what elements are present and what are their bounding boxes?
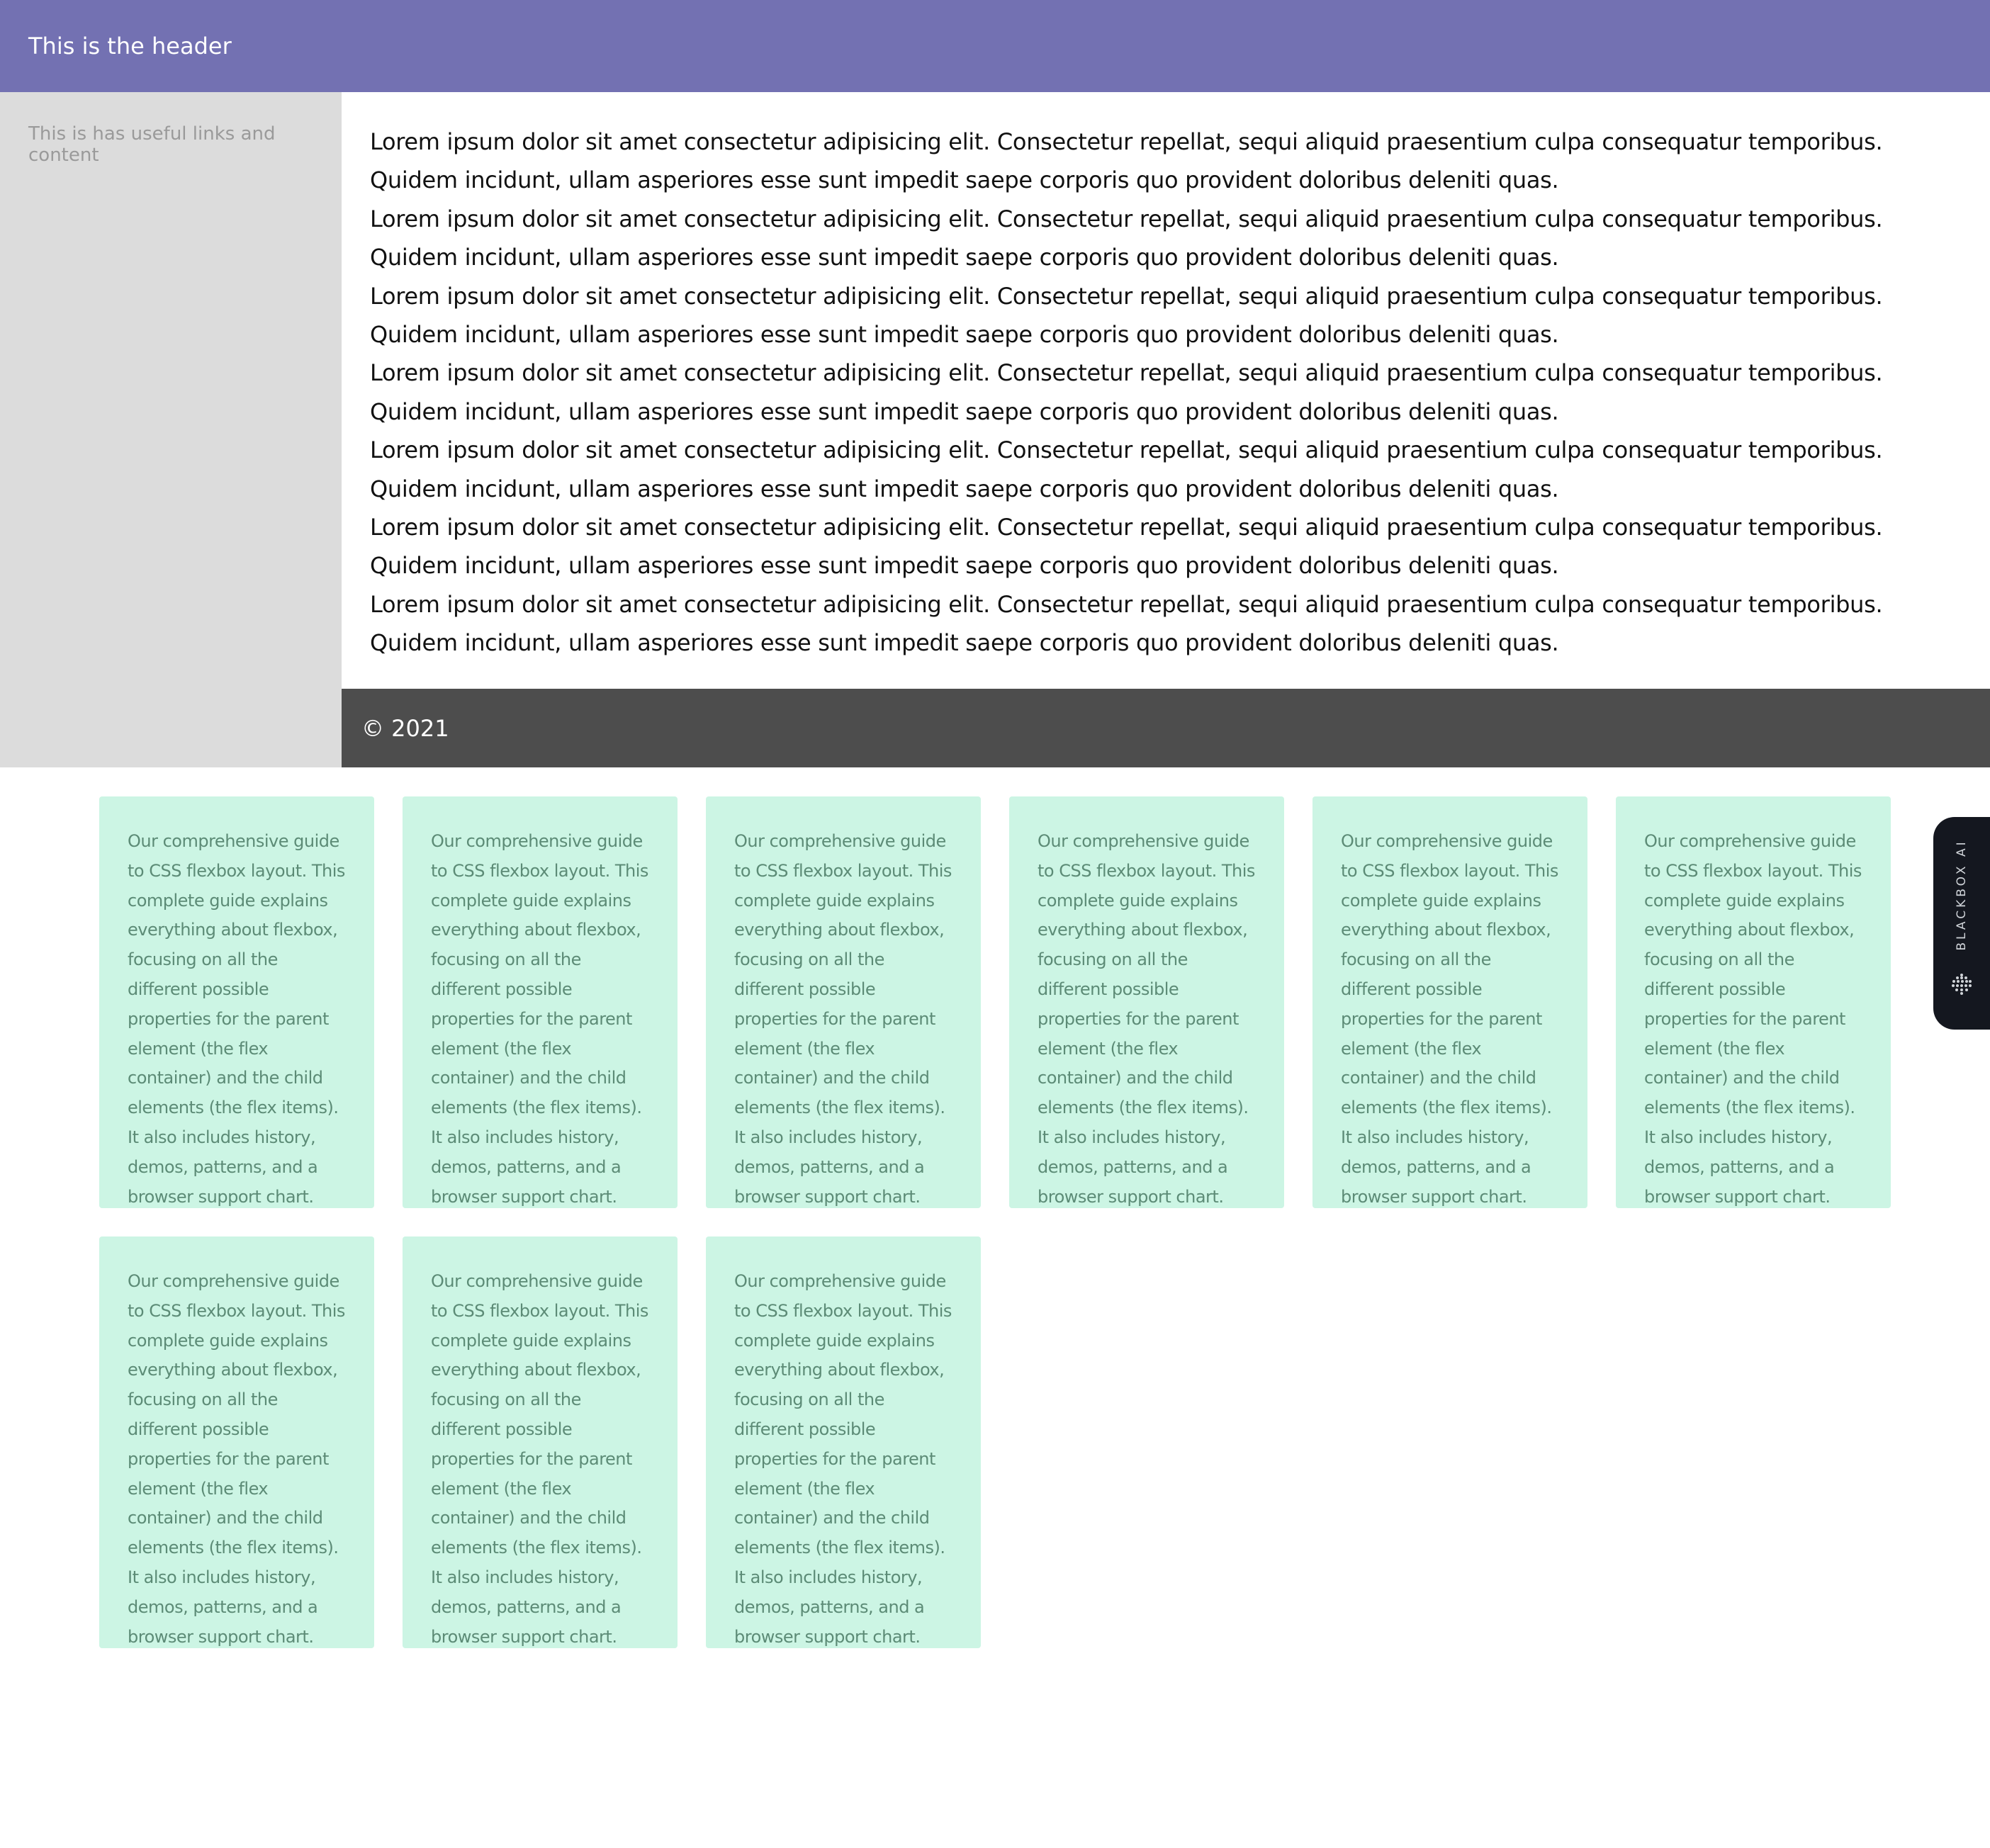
- content-paragraph: Lorem ipsum dolor sit amet consectetur a…: [370, 205, 1883, 271]
- blackbox-ai-tab[interactable]: BLACKBOX AI: [1933, 817, 1990, 1030]
- footer-copyright: © 2021: [361, 714, 449, 742]
- content-paragraph: Lorem ipsum dolor sit amet consectetur a…: [370, 436, 1883, 502]
- content-paragraph: Lorem ipsum dolor sit amet consectetur a…: [370, 359, 1883, 425]
- page-layout: This is has useful links and content Lor…: [0, 92, 1990, 767]
- card-grid: Our comprehensive guide to CSS flexbox l…: [99, 796, 1892, 1648]
- main-content: Lorem ipsum dolor sit amet consectetur a…: [342, 92, 1990, 689]
- sidebar: This is has useful links and content: [0, 92, 342, 767]
- content-paragraph: Lorem ipsum dolor sit amet consectetur a…: [370, 128, 1883, 194]
- card-item: Our comprehensive guide to CSS flexbox l…: [1009, 796, 1284, 1208]
- card-item: Our comprehensive guide to CSS flexbox l…: [403, 1236, 678, 1648]
- page-header: This is the header: [0, 0, 1990, 92]
- card-item: Our comprehensive guide to CSS flexbox l…: [99, 796, 374, 1208]
- content-paragraph: Lorem ipsum dolor sit amet consectetur a…: [370, 514, 1883, 580]
- card-item: Our comprehensive guide to CSS flexbox l…: [1312, 796, 1587, 1208]
- page-footer: © 2021: [342, 689, 1990, 767]
- card-item: Our comprehensive guide to CSS flexbox l…: [1616, 796, 1891, 1208]
- header-title: This is the header: [28, 33, 232, 60]
- card-item: Our comprehensive guide to CSS flexbox l…: [706, 1236, 981, 1648]
- card-item: Our comprehensive guide to CSS flexbox l…: [403, 796, 678, 1208]
- main-area: Lorem ipsum dolor sit amet consectetur a…: [342, 92, 1990, 767]
- content-paragraph: Lorem ipsum dolor sit amet consectetur a…: [370, 282, 1883, 349]
- blackbox-logo-icon: [1952, 974, 1972, 995]
- sidebar-text: This is has useful links and content: [28, 123, 276, 166]
- card-item: Our comprehensive guide to CSS flexbox l…: [99, 1236, 374, 1648]
- content-paragraph: Lorem ipsum dolor sit amet consectetur a…: [370, 590, 1883, 657]
- card-item: Our comprehensive guide to CSS flexbox l…: [706, 796, 981, 1208]
- blackbox-ai-label: BLACKBOX AI: [1955, 839, 1969, 951]
